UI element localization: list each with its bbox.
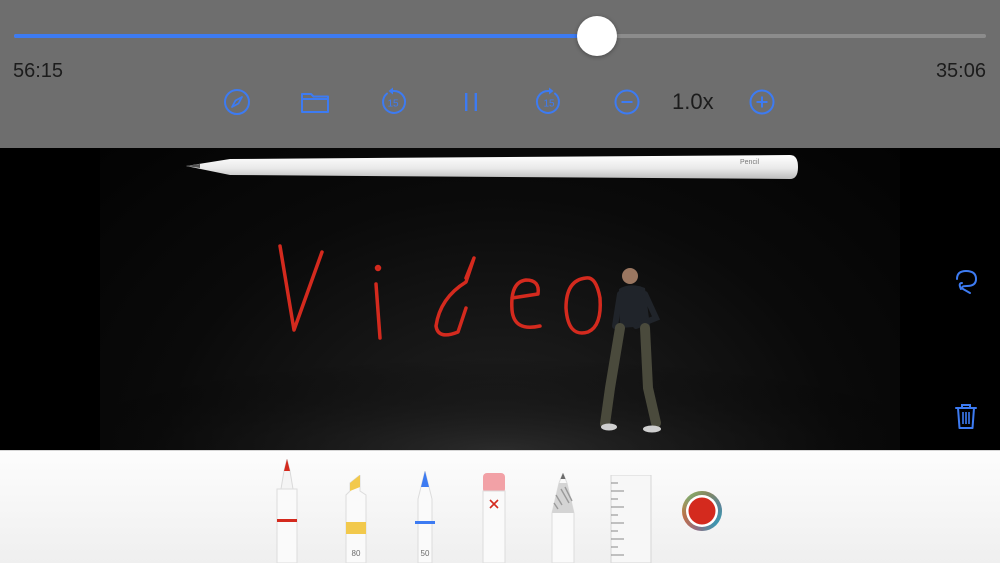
markup-tool-palette: 80 50	[0, 450, 1000, 563]
progress-scrubber[interactable]	[14, 16, 986, 56]
folder-icon	[301, 93, 329, 113]
scrubber-thumb[interactable]	[577, 16, 618, 56]
skip-forward-button[interactable]: 15	[533, 86, 565, 118]
color-picker-button[interactable]	[680, 489, 724, 533]
pause-icon	[465, 93, 477, 111]
speed-decrease-button[interactable]	[611, 86, 643, 118]
color-wheel-icon	[682, 491, 722, 531]
marker-tool[interactable]: 50	[412, 471, 438, 563]
apple-pencil-image: Pencil	[186, 155, 798, 179]
video-canvas[interactable]: Pencil	[0, 148, 1000, 450]
speed-increase-button[interactable]	[746, 86, 778, 118]
pen-tool[interactable]	[274, 459, 300, 563]
zoom-out-icon	[614, 89, 640, 115]
ruler-tool[interactable]	[610, 475, 652, 563]
pencil-tool[interactable]	[549, 473, 577, 563]
zoom-in-icon	[749, 89, 775, 115]
lasso-button[interactable]	[950, 266, 982, 298]
skip-back-15-icon: 15	[382, 87, 407, 114]
playback-speed: 1.0x	[672, 89, 714, 114]
highlighter-opacity: 80	[352, 549, 361, 558]
trash-icon	[955, 404, 977, 429]
skip-back-seconds: 15	[387, 99, 399, 110]
compass-button[interactable]	[221, 86, 253, 118]
lasso-icon	[956, 269, 978, 294]
skip-forward-seconds: 15	[543, 99, 555, 110]
video-scene: Pencil	[100, 155, 900, 450]
compass-icon	[224, 89, 250, 115]
player-controls-bar: 56:15 35:06 15 15 1.0x	[0, 0, 1000, 148]
highlighter-tool[interactable]: 80	[342, 475, 370, 563]
eraser-tool[interactable]	[480, 473, 508, 563]
remaining-time: 35:06	[935, 60, 986, 82]
skip-back-button[interactable]: 15	[377, 86, 409, 118]
elapsed-time: 56:15	[13, 60, 64, 82]
video-frame: Pencil	[100, 148, 900, 450]
progress-fill	[14, 34, 598, 38]
folder-button[interactable]	[299, 86, 331, 118]
marker-opacity: 50	[421, 549, 430, 558]
pencil-brand-label: Pencil	[740, 159, 760, 166]
pause-button[interactable]	[455, 86, 487, 118]
skip-forward-15-icon: 15	[535, 87, 560, 114]
trash-button[interactable]	[950, 400, 982, 432]
